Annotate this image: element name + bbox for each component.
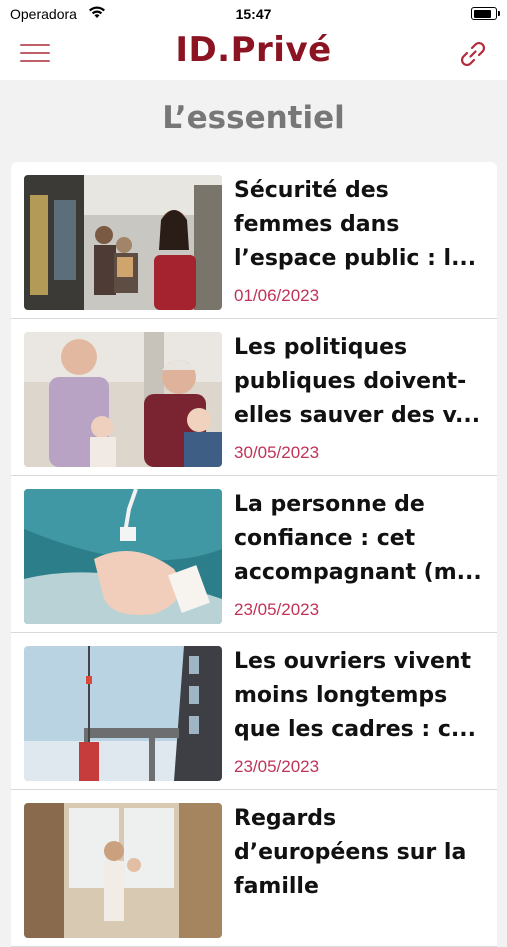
article-title: Les politiques publiques doivent- elles …	[234, 335, 481, 428]
article-title: Sécurité des femmes dans l’espace public…	[234, 178, 477, 271]
article-thumbnail	[24, 175, 222, 310]
article-thumbnail	[24, 332, 222, 467]
article-date: 30/05/2023	[234, 443, 320, 462]
nav-bar: ID.Privé	[0, 28, 507, 80]
battery-icon	[471, 7, 500, 20]
article-card[interactable]: Les politiques publiques doivent- elles …	[11, 319, 497, 476]
article-card[interactable]: Regards d’européens sur la famille	[11, 790, 497, 947]
section-title: L’essentiel	[162, 100, 345, 136]
article-list: Sécurité des femmes dans l’espace public…	[11, 162, 497, 947]
article-title: Les ouvriers vivent moins longtemps que …	[234, 649, 476, 742]
article-card[interactable]: La personne de confiance : cet accompagn…	[11, 476, 497, 633]
article-date: 01/06/2023	[234, 286, 320, 305]
article-title: Regards d’européens sur la famille	[234, 806, 467, 899]
article-title: La personne de confiance : cet accompagn…	[234, 492, 482, 585]
article-date: 23/05/2023	[234, 757, 320, 776]
article-card[interactable]: Les ouvriers vivent moins longtemps que …	[11, 633, 497, 790]
article-thumbnail	[24, 803, 222, 938]
article-date: 23/05/2023	[234, 600, 320, 619]
status-bar: Operadora 15:47	[0, 0, 507, 28]
brand-logo: ID.Privé	[175, 30, 332, 70]
clock: 15:47	[235, 6, 272, 22]
article-thumbnail	[24, 489, 222, 624]
article-thumbnail	[24, 646, 222, 781]
link-icon[interactable]	[457, 38, 489, 70]
article-card[interactable]: Sécurité des femmes dans l’espace public…	[11, 162, 497, 319]
